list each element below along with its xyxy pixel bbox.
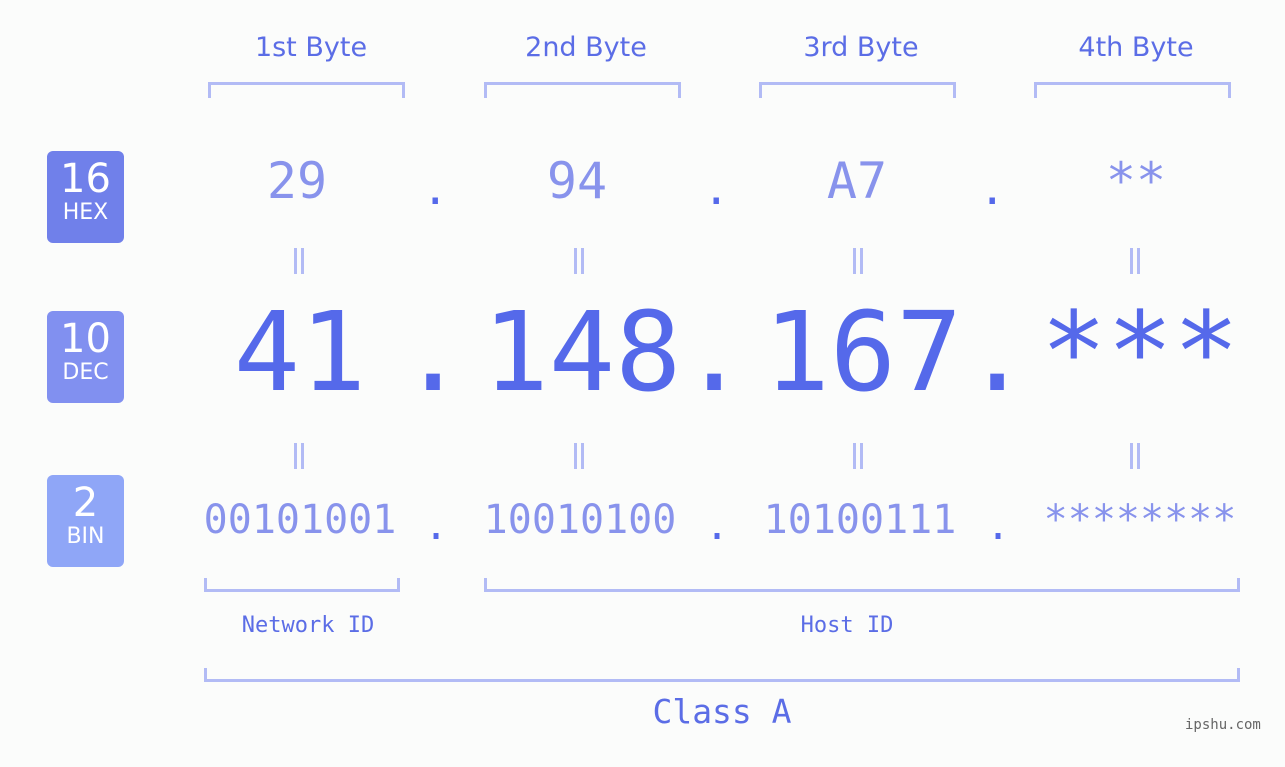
equals-icon — [572, 443, 586, 469]
byte-header-3: 3rd Byte — [803, 32, 919, 63]
bin-base-label: BIN — [66, 524, 105, 549]
bin-byte-2: 10010100 — [483, 497, 677, 543]
hex-separator-2: . — [703, 164, 730, 215]
bin-byte-3: 10100111 — [763, 497, 957, 543]
byte-header-2: 2nd Byte — [525, 32, 647, 63]
hex-byte-4: ** — [1105, 152, 1167, 210]
hex-separator-3: . — [979, 164, 1006, 215]
dec-base-number: 10 — [60, 316, 111, 362]
bin-byte-1: 00101001 — [203, 497, 397, 543]
byte-bracket-1 — [208, 82, 405, 98]
dec-byte-2: 148 — [482, 288, 682, 416]
class-bracket — [204, 668, 1240, 682]
bin-badge: 2 BIN — [47, 475, 124, 567]
hex-base-label: HEX — [62, 200, 109, 225]
dec-badge: 10 DEC — [47, 311, 124, 403]
dec-byte-3: 167 — [763, 288, 963, 416]
hex-byte-3: A7 — [826, 152, 888, 210]
hex-separator-1: . — [422, 164, 449, 215]
dec-byte-1: 41 — [233, 288, 367, 416]
watermark: ipshu.com — [1185, 717, 1261, 733]
equals-icon — [292, 248, 306, 274]
equals-icon — [851, 248, 865, 274]
hex-badge: 16 HEX — [47, 151, 124, 243]
class-label: Class A — [652, 692, 792, 731]
byte-bracket-3 — [759, 82, 956, 98]
bin-byte-4: ******** — [1043, 497, 1237, 543]
equals-icon — [292, 443, 306, 469]
hex-byte-2: 94 — [546, 152, 608, 210]
bin-separator-1: . — [424, 503, 449, 549]
equals-icon — [851, 443, 865, 469]
equals-icon — [1128, 248, 1142, 274]
network-id-bracket — [204, 578, 400, 592]
dec-separator-1: . — [400, 288, 467, 416]
bin-separator-2: . — [705, 503, 730, 549]
byte-bracket-2 — [484, 82, 681, 98]
equals-icon — [572, 248, 586, 274]
bin-separator-3: . — [986, 503, 1011, 549]
byte-bracket-4 — [1034, 82, 1231, 98]
hex-byte-1: 29 — [266, 152, 328, 210]
dec-base-label: DEC — [62, 360, 109, 385]
host-id-bracket — [484, 578, 1240, 592]
hex-base-number: 16 — [60, 156, 111, 202]
byte-header-4: 4th Byte — [1078, 32, 1194, 63]
byte-header-1: 1st Byte — [254, 32, 368, 63]
bin-base-number: 2 — [72, 480, 99, 526]
host-id-label: Host ID — [800, 613, 894, 638]
equals-icon — [1128, 443, 1142, 469]
dec-separator-3: . — [964, 288, 1031, 416]
network-id-label: Network ID — [241, 613, 375, 638]
dec-separator-2: . — [681, 288, 748, 416]
dec-byte-4: *** — [1040, 288, 1240, 416]
